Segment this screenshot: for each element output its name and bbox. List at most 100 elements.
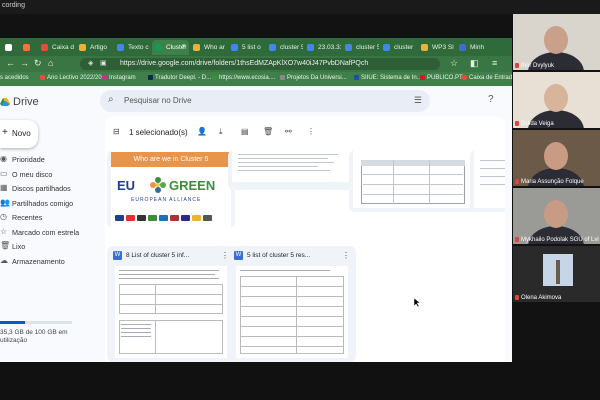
- filter-icon[interactable]: ☰: [414, 95, 422, 106]
- forward-icon[interactable]: →: [20, 58, 29, 68]
- browser-tab[interactable]: Texto c: [114, 40, 151, 55]
- sidebar-item[interactable]: ◷ Recentes: [0, 210, 105, 224]
- browser-tab[interactable]: [2, 40, 18, 55]
- bookmark-favicon-icon: [148, 75, 153, 80]
- browser-tab[interactable]: cluster 5: [266, 40, 303, 55]
- clear-selection-icon[interactable]: ⊟: [113, 127, 120, 136]
- sidebar-item-label: Discos partilhados: [12, 184, 71, 193]
- word-doc-icon: W: [234, 251, 243, 260]
- card-thumbnail: [236, 266, 348, 358]
- more-actions-icon[interactable]: ⋮: [307, 127, 315, 136]
- back-icon[interactable]: ←: [6, 58, 15, 68]
- bookmark-item[interactable]: Tradutor Deepl. - D...: [148, 75, 211, 81]
- flower-logo-icon: [150, 177, 166, 193]
- close-tab-icon[interactable]: ×: [182, 43, 186, 50]
- browser-tab[interactable]: WP3 Sl: [418, 40, 455, 55]
- participant-tile[interactable]: Mykhailo Podolak SGU of Lvi: [513, 188, 600, 244]
- new-button[interactable]: + Novo: [0, 120, 38, 148]
- trash-icon: 🗑: [0, 241, 11, 250]
- browser-tab[interactable]: cluster 5: [342, 40, 379, 55]
- search-input[interactable]: Pesquisar no Drive: [124, 96, 192, 105]
- bookmark-label: Instagram: [109, 75, 136, 81]
- recording-label: cording: [2, 2, 25, 9]
- participant-tile[interactable]: Olena Akimova: [513, 246, 600, 302]
- sidebar-item[interactable]: 👥 Partilhados comigo: [0, 196, 105, 210]
- tab-favicon-icon: [41, 44, 48, 51]
- app-name: Drive: [13, 96, 39, 108]
- sidebar-item[interactable]: ▦ Discos partilhados: [0, 181, 105, 195]
- bookmark-item[interactable]: Ano Lectivo 2022/20...: [40, 75, 107, 81]
- sidebar-item[interactable]: ☁ Armazenamento: [0, 254, 105, 268]
- download-icon[interactable]: ⤓: [219, 127, 223, 137]
- browser-tab[interactable]: Who ar: [190, 40, 227, 55]
- browser-tab[interactable]: Cluster ×: [152, 40, 189, 55]
- drive-logo-icon: [0, 98, 10, 106]
- file-card-2[interactable]: [228, 150, 356, 190]
- sidebar-item-label: Lixo: [12, 242, 26, 251]
- bookmark-item[interactable]: https://www.ecosia....: [212, 75, 275, 81]
- bookmark-label: PUBLICO.PT: [427, 75, 463, 81]
- muted-mic-icon: [515, 121, 519, 126]
- browser-tab[interactable]: cluster: [380, 40, 417, 55]
- url-text: https://drive.google.com/drive/folders/1…: [120, 60, 369, 67]
- search-bar[interactable]: ⌕ Pesquisar no Drive ☰: [100, 90, 430, 112]
- tab-label: 5 list o: [242, 44, 261, 51]
- move-icon[interactable]: ▤: [241, 127, 249, 136]
- extensions-icon[interactable]: ◧: [470, 58, 479, 69]
- browser-tab[interactable]: Caixa d: [38, 40, 75, 55]
- participant-tile[interactable]: Guida Veiga: [513, 72, 600, 128]
- sidebar-item[interactable]: ▭ O meu disco: [0, 167, 105, 181]
- browser-tab[interactable]: 5 list o: [228, 40, 265, 55]
- participant-name: Maria Assunção Folque: [521, 179, 584, 185]
- more-options-icon[interactable]: ⋮: [342, 251, 350, 260]
- browser-tab[interactable]: [20, 40, 36, 55]
- sidebar-item[interactable]: ◉ Prioridade: [0, 152, 105, 166]
- star-icon: ☆: [0, 226, 8, 236]
- tab-label: Who ar: [204, 44, 225, 51]
- browser-tab[interactable]: 23.03.31: [304, 40, 341, 55]
- file-card-cluster-5[interactable]: Who are we in Cluster 5 EU GREEN EUROPEA…: [107, 150, 235, 228]
- tab-label: cluster: [394, 44, 414, 51]
- home-icon[interactable]: ⌂: [48, 58, 53, 68]
- menu-icon[interactable]: ≡: [492, 58, 497, 68]
- delete-icon[interactable]: 🗑: [263, 127, 273, 136]
- participant-tile[interactable]: Ihor Dvylyuk: [513, 14, 600, 70]
- screen: cording Caixa d Artigo Texto c Cluster × Who …: [0, 0, 600, 400]
- alliance-text: EUROPEAN ALLIANCE: [131, 197, 202, 203]
- file-card-doc-5-list[interactable]: W 5 list of cluster 5 res... ⋮: [228, 246, 356, 362]
- participant-video: [543, 254, 573, 286]
- url-field[interactable]: ◈ ▣ https://drive.google.com/drive/folde…: [80, 58, 440, 70]
- sidebar-item[interactable]: ☆ Marcado com estrela: [0, 225, 105, 239]
- bookmark-item[interactable]: Instagram: [102, 75, 136, 81]
- people-icon: 👥: [0, 197, 10, 207]
- new-button-label: Novo: [12, 129, 31, 138]
- sidebar-item[interactable]: 🗑 Lixo: [0, 239, 105, 253]
- participant-tile[interactable]: Maria Assunção Folque: [513, 130, 600, 186]
- star-bookmark-icon[interactable]: ☆: [450, 58, 458, 69]
- storage-text-line2: utilização: [0, 337, 28, 344]
- help-icon[interactable]: ?: [488, 94, 494, 105]
- participant-video: [528, 26, 584, 70]
- tab-favicon-icon: [231, 44, 238, 51]
- link-icon[interactable]: ⚯: [285, 127, 292, 136]
- bookmark-item[interactable]: SIIUE: Sistema de In...: [354, 75, 422, 81]
- reload-icon[interactable]: ↻: [34, 58, 42, 69]
- lock-icon: ▣: [100, 60, 107, 67]
- file-card-doc-8-list[interactable]: W 8 List of cluster 5 inf... ⋮: [107, 246, 235, 362]
- bookmark-item[interactable]: PUBLICO.PT: [420, 75, 463, 81]
- browser-tab[interactable]: Artigo: [76, 40, 113, 55]
- bookmark-label: Caixa de Entrada: [469, 75, 512, 81]
- participant-name: Mykhailo Podolak SGU of Lvi: [521, 237, 599, 243]
- file-card-4[interactable]: [470, 150, 505, 212]
- browser-tab[interactable]: Minh: [456, 40, 493, 55]
- bookmark-item[interactable]: Projetos Da Universi...: [280, 75, 347, 81]
- bookmarks-bar: s acedidos Ano Lectivo 2022/20... Instagra…: [0, 72, 512, 86]
- share-icon[interactable]: 👤: [197, 127, 207, 136]
- file-card-3[interactable]: [349, 150, 477, 212]
- muted-mic-icon: [515, 179, 519, 184]
- bookmark-item[interactable]: s acedidos: [0, 75, 29, 81]
- bookmark-item[interactable]: Caixa de Entrada: [462, 75, 512, 81]
- plus-icon: +: [2, 127, 8, 138]
- selection-toolbar: ⊟ 1 selecionado(s) 👤 ⤓ ▤ 🗑 ⚯ ⋮: [107, 122, 503, 144]
- bookmark-favicon-icon: [354, 75, 359, 80]
